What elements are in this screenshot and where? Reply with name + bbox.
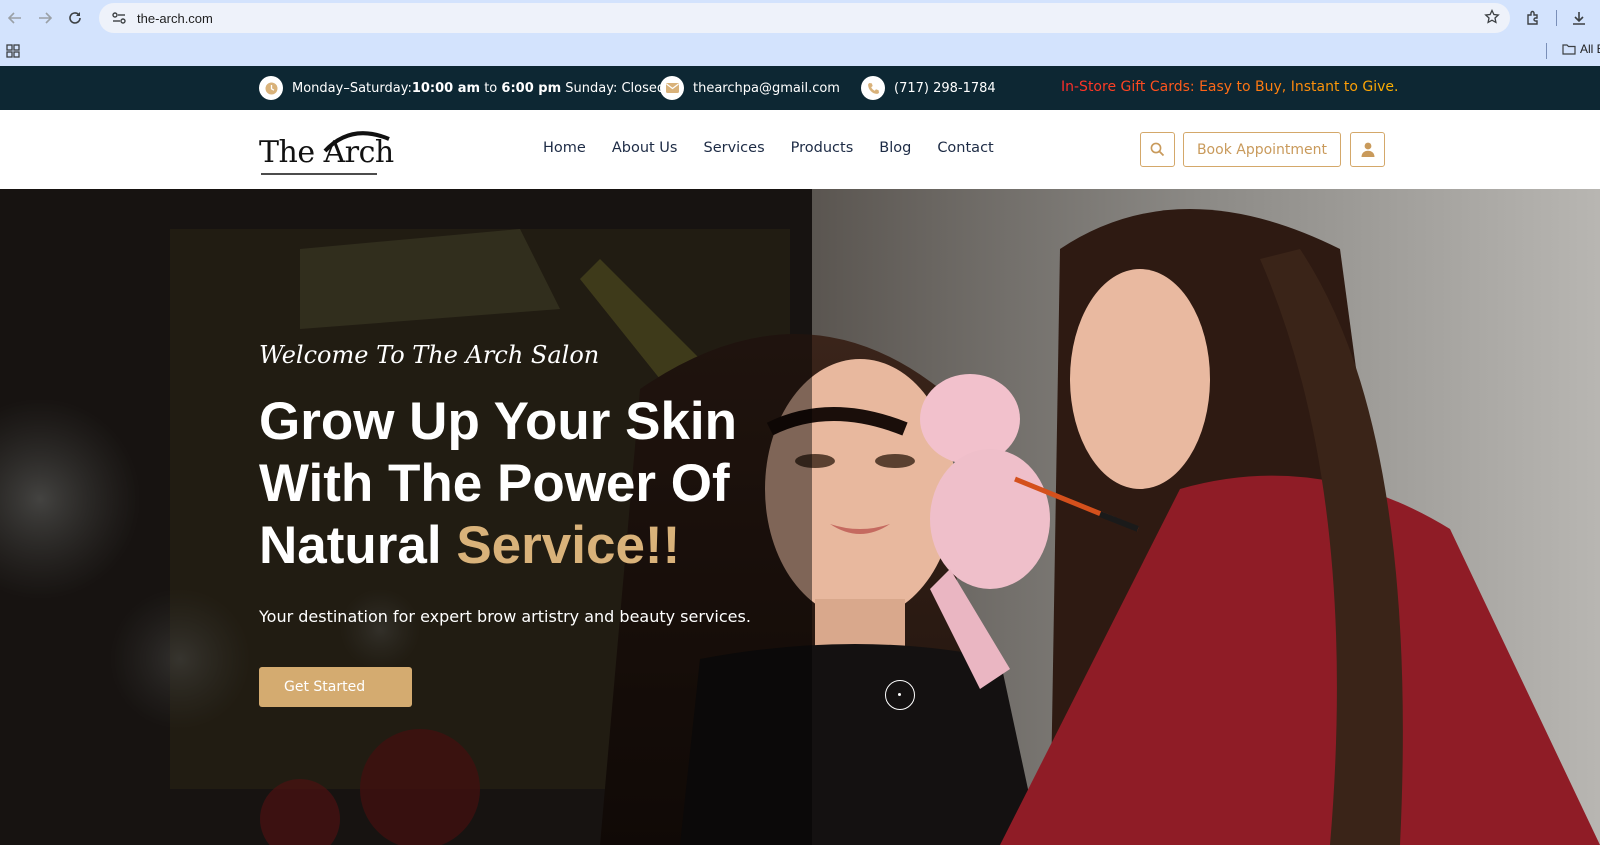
nav-about-us[interactable]: About Us xyxy=(612,140,678,156)
extensions-icon[interactable] xyxy=(1522,7,1544,29)
logo-text: The Arch xyxy=(259,135,394,170)
mail-icon xyxy=(660,76,684,100)
hero-title-line2: With The Power Of xyxy=(259,454,730,513)
hours-close: 6:00 pm xyxy=(501,80,562,96)
hero-welcome: Welcome To The Arch Salon xyxy=(259,341,600,369)
hero-title-line3: Natural xyxy=(259,516,457,575)
cursor-ring-icon xyxy=(885,680,915,710)
phone-link[interactable]: (717) 298-1784 xyxy=(861,76,996,100)
search-button[interactable] xyxy=(1140,132,1175,167)
bookmarks-bar: All Bookmarks xyxy=(0,36,1600,66)
get-started-button[interactable]: Get Started xyxy=(259,667,412,707)
bookmarks-divider xyxy=(1546,43,1547,59)
contact-topbar: Monday–Saturday: 10:00 am to 6:00 pm Sun… xyxy=(0,66,1600,110)
nav-products[interactable]: Products xyxy=(791,140,854,156)
account-button[interactable] xyxy=(1350,132,1385,167)
all-bookmarks-button[interactable]: All Bookmarks xyxy=(1562,42,1600,56)
nav-contact[interactable]: Contact xyxy=(937,140,993,156)
reload-icon[interactable] xyxy=(60,3,90,33)
all-bookmarks-label: All Bookmarks xyxy=(1580,42,1600,56)
hero-title-line1: Grow Up Your Skin xyxy=(259,392,738,451)
hero-section: Welcome To The Arch Salon Grow Up Your S… xyxy=(0,189,1600,845)
gift-card-promo[interactable]: In-Store Gift Cards: Easy to Buy, Instan… xyxy=(1061,79,1398,95)
search-icon xyxy=(1150,142,1165,157)
nav-services[interactable]: Services xyxy=(703,140,764,156)
back-icon[interactable] xyxy=(0,3,30,33)
hero-subtitle: Your destination for expert brow artistr… xyxy=(259,607,751,626)
url-text: the-arch.com xyxy=(137,10,213,26)
email-link[interactable]: thearchpa@gmail.com xyxy=(660,76,840,100)
hero-title-accent: Service!! xyxy=(456,516,681,575)
clock-icon xyxy=(259,76,283,100)
nav-blog[interactable]: Blog xyxy=(879,140,911,156)
site-settings-icon[interactable] xyxy=(111,10,127,26)
apps-grid-icon[interactable] xyxy=(6,44,20,58)
hours-open: 10:00 am xyxy=(411,80,481,96)
book-appointment-button[interactable]: Book Appointment xyxy=(1183,132,1341,167)
downloads-icon[interactable] xyxy=(1568,7,1590,29)
forward-icon[interactable] xyxy=(30,3,60,33)
main-navigation: Home About Us Services Products Blog Con… xyxy=(543,140,1020,156)
address-bar[interactable]: the-arch.com xyxy=(99,3,1510,33)
user-icon xyxy=(1361,142,1374,157)
hero-title: Grow Up Your Skin With The Power Of Natu… xyxy=(259,391,819,577)
hours-sunday: Sunday: Closed xyxy=(561,80,666,96)
site-logo[interactable]: The Arch xyxy=(259,127,394,175)
toolbar-divider xyxy=(1556,10,1557,26)
phone-icon xyxy=(861,76,885,100)
email-text: thearchpa@gmail.com xyxy=(693,80,840,96)
nav-home[interactable]: Home xyxy=(543,140,586,156)
hours-to: to xyxy=(480,80,502,96)
opening-hours: Monday–Saturday: 10:00 am to 6:00 pm Sun… xyxy=(259,76,665,100)
site-header: The Arch Home About Us Services Products… xyxy=(0,110,1600,189)
phone-text: (717) 298-1784 xyxy=(894,80,996,96)
bookmark-star-icon[interactable] xyxy=(1484,9,1500,25)
folder-icon xyxy=(1562,44,1576,55)
browser-toolbar: the-arch.com xyxy=(0,0,1600,36)
hours-prefix: Monday–Saturday: xyxy=(292,80,412,96)
